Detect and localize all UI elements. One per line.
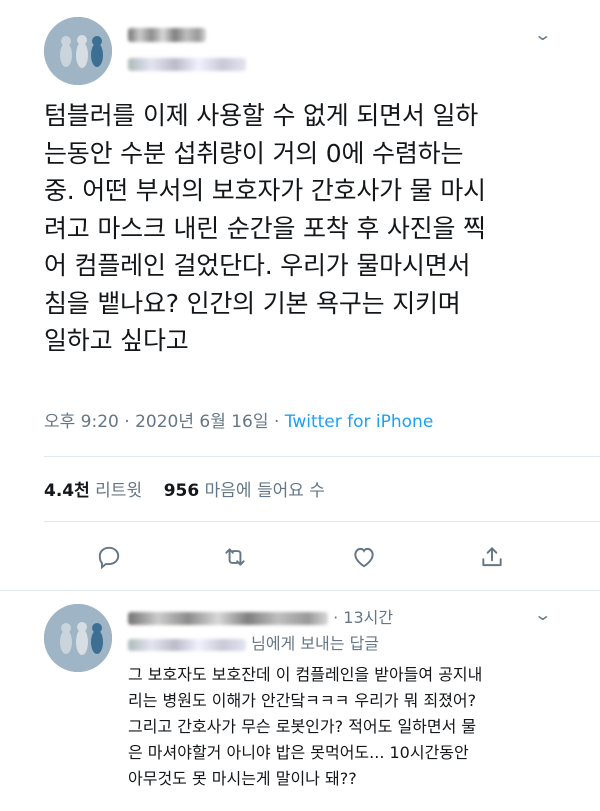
like-stat[interactable]: 956 마음에 들어요 수 [164, 481, 325, 501]
replying-to: 님에게 보내는 답글 [128, 630, 568, 658]
reply-author-name[interactable] [128, 612, 328, 625]
reply-header: · 13시간 [128, 606, 568, 630]
retweet-button[interactable] [218, 540, 252, 574]
share-icon [482, 547, 502, 567]
author-handle[interactable] [128, 54, 246, 73]
tweet-timestamp-line: 오후 9:20 · 2020년 6월 16일 · Twitter for iPh… [44, 412, 434, 432]
tweet-text: 텀블러를 이제 사용할 수 없게 되면서 일하 는동안 수분 섭취량이 거의 0… [44, 101, 486, 355]
birds-avatar-icon [44, 604, 112, 672]
like-icon [354, 547, 374, 568]
reply-time[interactable]: 13시간 [343, 608, 393, 627]
divider [44, 521, 600, 522]
tweet-stats: 4.4천 리트윗 956 마음에 들어요 수 [44, 476, 325, 501]
reply-button[interactable] [92, 540, 126, 574]
tweet-date[interactable]: 2020년 6월 16일 [135, 412, 268, 432]
tweet-source-link[interactable]: Twitter for iPhone [285, 412, 434, 432]
divider [44, 456, 600, 457]
replying-to-handle[interactable] [128, 638, 246, 651]
author-display-name[interactable] [128, 24, 206, 43]
retweet-stat[interactable]: 4.4천 리트윗 [44, 481, 142, 501]
birds-avatar-icon [44, 17, 112, 85]
divider [0, 590, 600, 591]
reply-text: 그 보호자도 보호잔데 이 컴플레인을 받아들여 공지내 리는 병원도 이해가 … [128, 665, 483, 788]
replying-to-suffix: 님에게 보내는 답글 [251, 634, 380, 653]
author-avatar[interactable] [44, 17, 112, 85]
reply-tweet: · 13시간 님에게 보내는 답글 그 보호자도 보호잔데 이 컴플레인을 받아… [128, 606, 568, 792]
tweet-time[interactable]: 오후 9:20 [44, 412, 119, 432]
retweet-icon [225, 548, 245, 566]
reply-author-avatar[interactable] [44, 604, 112, 672]
tweet-options-chevron-icon[interactable]: ⌄ [533, 25, 552, 44]
reply-icon [98, 546, 120, 570]
like-button[interactable] [347, 540, 381, 574]
share-button[interactable] [475, 540, 509, 574]
